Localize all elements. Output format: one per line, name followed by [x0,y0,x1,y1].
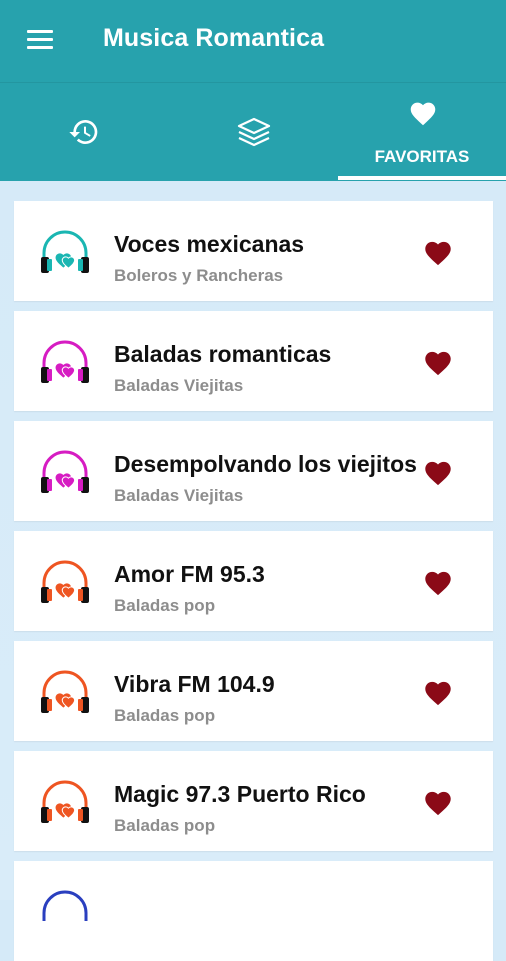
station-card[interactable]: Baladas romanticas Baladas Viejitas [14,311,493,411]
favorite-heart-icon[interactable] [422,348,454,376]
tab-bar: FAVORITAS [0,82,506,181]
station-card[interactable]: Voces mexicanas Boleros y Rancheras [14,201,493,301]
headphones-icon [38,887,92,937]
headphones-icon [38,667,92,717]
headphones-icon [38,447,92,497]
station-genre: Baladas Viejitas [114,376,244,395]
tab-favoritas-label: FAVORITAS [374,147,470,166]
station-genre: Baladas pop [114,706,216,725]
headphones-icon [38,557,92,607]
station-name: Vibra FM 104.9 [114,671,275,697]
station-card[interactable]: Desempolvando los viejitos Baladas Viejit… [14,421,493,521]
headphones-icon [38,337,92,387]
station-card[interactable]: Magic 97.3 Puerto Rico Baladas pop [14,751,493,851]
heart-icon [410,102,436,126]
favorite-heart-icon[interactable] [422,238,454,266]
station-genre: Baladas pop [114,816,216,835]
station-genre: Baladas Viejitas [114,486,244,505]
station-genre: Boleros y Rancheras [114,266,284,285]
tab-favoritas[interactable]: FAVORITAS [338,83,506,181]
app-bar: Musica Romantica [0,0,506,82]
layers-icon [237,117,271,147]
tab-selected-indicator [338,176,506,180]
station-name: Baladas romanticas [114,341,332,367]
station-card-partial[interactable] [14,861,493,961]
station-card[interactable]: Vibra FM 104.9 Baladas pop [14,641,493,741]
menu-icon[interactable] [27,30,53,50]
station-name: Magic 97.3 Puerto Rico [114,781,366,807]
station-genre: Baladas pop [114,596,216,615]
favorite-heart-icon[interactable] [422,678,454,706]
headphones-icon [38,777,92,827]
station-name: Voces mexicanas [114,231,305,257]
favorite-heart-icon[interactable] [422,458,454,486]
favorite-heart-icon[interactable] [422,568,454,596]
station-name: Amor FM 95.3 [114,561,265,587]
app-title: Musica Romantica [103,24,325,52]
station-card[interactable]: Amor FM 95.3 Baladas pop [14,531,493,631]
favorite-heart-icon[interactable] [422,788,454,816]
tab-layers[interactable] [169,83,337,181]
history-icon [69,120,98,144]
headphones-icon [38,227,92,277]
tab-history[interactable] [0,83,168,181]
station-name: Desempolvando los viejitos [114,451,417,477]
